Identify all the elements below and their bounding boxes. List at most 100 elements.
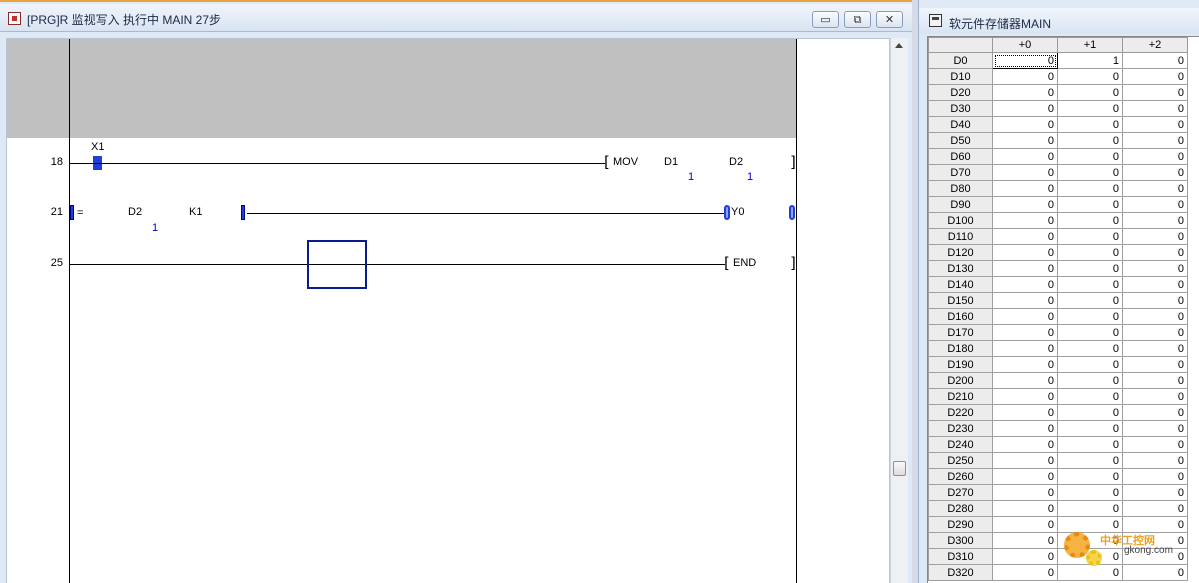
value-cell[interactable]: 0 — [1122, 212, 1188, 229]
value-cell[interactable]: 0 — [1057, 196, 1123, 213]
value-cell[interactable]: 0 — [1057, 484, 1123, 501]
value-cell[interactable]: 0 — [1122, 244, 1188, 261]
value-cell[interactable]: 0 — [1122, 180, 1188, 197]
value-cell[interactable]: 0 — [1057, 228, 1123, 245]
value-cell[interactable]: 0 — [992, 404, 1058, 421]
value-cell[interactable]: 0 — [1122, 436, 1188, 453]
value-cell[interactable]: 0 — [1122, 324, 1188, 341]
value-cell[interactable]: 0 — [1122, 52, 1188, 69]
value-cell[interactable]: 0 — [1122, 116, 1188, 133]
value-cell[interactable]: 0 — [1057, 276, 1123, 293]
value-cell[interactable]: 0 — [992, 84, 1058, 101]
device-memory-grid[interactable]: +0 +1 +2 D0 0 1 0 D10 0 0 0 D20 0 0 0 D30 0 0 0 D40 0 0 0 D5… — [927, 36, 1199, 583]
value-cell[interactable]: 0 — [1122, 68, 1188, 85]
value-cell[interactable]: 0 — [1122, 484, 1188, 501]
value-cell[interactable]: 0 — [1057, 436, 1123, 453]
value-cell[interactable]: 0 — [992, 132, 1058, 149]
value-cell[interactable]: 0 — [992, 100, 1058, 117]
value-cell[interactable]: 0 — [1057, 244, 1123, 261]
value-cell[interactable]: 0 — [992, 340, 1058, 357]
value-cell[interactable]: 0 — [1057, 356, 1123, 373]
value-cell[interactable]: 0 — [992, 228, 1058, 245]
value-cell[interactable]: 0 — [1057, 68, 1123, 85]
scroll-thumb[interactable] — [893, 461, 906, 476]
value-cell[interactable]: 0 — [1057, 468, 1123, 485]
value-cell[interactable]: 0 — [992, 388, 1058, 405]
value-cell[interactable]: 0 — [992, 420, 1058, 437]
end-instruction[interactable]: END — [733, 257, 756, 269]
value-cell[interactable]: 0 — [1122, 420, 1188, 437]
value-cell[interactable]: 0 — [992, 468, 1058, 485]
value-cell[interactable]: 0 — [1057, 340, 1123, 357]
value-cell[interactable]: 0 — [1057, 116, 1123, 133]
ladder-diagram[interactable]: 18 X1 [ MOV D1 D2 ] 1 1 21 = D2 K1 1 Y0 … — [6, 38, 890, 583]
value-cell[interactable]: 0 — [992, 212, 1058, 229]
value-cell[interactable]: 0 — [992, 564, 1058, 581]
edit-cursor[interactable] — [307, 240, 367, 289]
value-cell[interactable]: 0 — [1122, 292, 1188, 309]
vertical-scrollbar[interactable] — [890, 38, 908, 583]
value-cell[interactable]: 0 — [992, 148, 1058, 165]
value-cell[interactable]: 0 — [992, 276, 1058, 293]
ladder-title-bar[interactable]: [PRG]R 监视写入 执行中 MAIN 27步 ▭ ⧉ ✕ — [0, 4, 912, 32]
operand-destination[interactable]: D2 — [729, 156, 743, 168]
value-cell[interactable]: 0 — [992, 548, 1058, 565]
value-cell[interactable]: 0 — [1057, 164, 1123, 181]
value-cell[interactable]: 0 — [1122, 276, 1188, 293]
value-cell[interactable]: 0 — [992, 180, 1058, 197]
compare-open-marker[interactable] — [70, 205, 74, 220]
value-cell[interactable]: 0 — [1122, 372, 1188, 389]
value-cell[interactable]: 0 — [1122, 148, 1188, 165]
value-cell[interactable]: 0 — [1057, 404, 1123, 421]
value-cell[interactable]: 0 — [1122, 84, 1188, 101]
value-cell[interactable]: 0 — [1122, 260, 1188, 277]
value-cell[interactable]: 0 — [992, 452, 1058, 469]
value-cell[interactable]: 0 — [992, 196, 1058, 213]
compare-operand[interactable]: K1 — [189, 206, 202, 218]
value-cell[interactable]: 0 — [992, 532, 1058, 549]
value-cell[interactable]: 0 — [1122, 452, 1188, 469]
value-cell[interactable]: 0 — [1122, 388, 1188, 405]
value-cell[interactable]: 0 — [1057, 500, 1123, 517]
value-cell[interactable]: 1 — [1057, 52, 1123, 69]
value-cell[interactable]: 0 — [992, 292, 1058, 309]
value-cell[interactable]: 0 — [1122, 100, 1188, 117]
value-cell[interactable]: 0 — [1057, 84, 1123, 101]
memory-title-bar[interactable]: 软元件存储器MAIN — [919, 8, 1199, 34]
scroll-up-icon[interactable] — [895, 43, 903, 48]
value-cell[interactable]: 0 — [992, 356, 1058, 373]
column-header[interactable]: +2 — [1122, 37, 1188, 53]
value-cell[interactable]: 0 — [992, 116, 1058, 133]
value-cell[interactable]: 0 — [1057, 148, 1123, 165]
operand-source[interactable]: D1 — [664, 156, 678, 168]
value-cell[interactable]: 0 — [992, 500, 1058, 517]
value-cell[interactable]: 0 — [1122, 404, 1188, 421]
column-header[interactable]: +1 — [1057, 37, 1123, 53]
close-button[interactable]: ✕ — [876, 11, 903, 28]
value-cell[interactable]: 0 — [1122, 132, 1188, 149]
value-cell[interactable]: 0 — [992, 244, 1058, 261]
compare-operand[interactable]: D2 — [128, 206, 142, 218]
coil-device-label[interactable]: Y0 — [731, 206, 744, 218]
value-cell[interactable]: 0 — [1122, 228, 1188, 245]
value-cell[interactable]: 0 — [992, 324, 1058, 341]
value-cell[interactable]: 0 — [992, 308, 1058, 325]
value-cell[interactable]: 0 — [1057, 308, 1123, 325]
value-cell[interactable]: 0 — [1057, 324, 1123, 341]
minimize-button[interactable]: ▭ — [812, 11, 839, 28]
restore-button[interactable]: ⧉ — [844, 11, 871, 28]
value-cell[interactable]: 0 — [992, 260, 1058, 277]
value-cell[interactable]: 0 — [1057, 100, 1123, 117]
value-cell[interactable]: 0 — [1057, 292, 1123, 309]
value-cell[interactable]: 0 — [992, 372, 1058, 389]
value-cell[interactable]: 0 — [1122, 340, 1188, 357]
value-cell[interactable]: 0 — [1122, 196, 1188, 213]
value-cell[interactable]: 0 — [1057, 420, 1123, 437]
value-cell[interactable]: 0 — [1122, 164, 1188, 181]
value-cell[interactable]: 0 — [992, 516, 1058, 533]
value-cell[interactable]: 0 — [1057, 132, 1123, 149]
value-cell[interactable]: 0 — [1057, 260, 1123, 277]
value-cell[interactable]: 0 — [1057, 452, 1123, 469]
value-cell[interactable]: 0 — [1122, 468, 1188, 485]
value-cell[interactable]: 0 — [1122, 356, 1188, 373]
